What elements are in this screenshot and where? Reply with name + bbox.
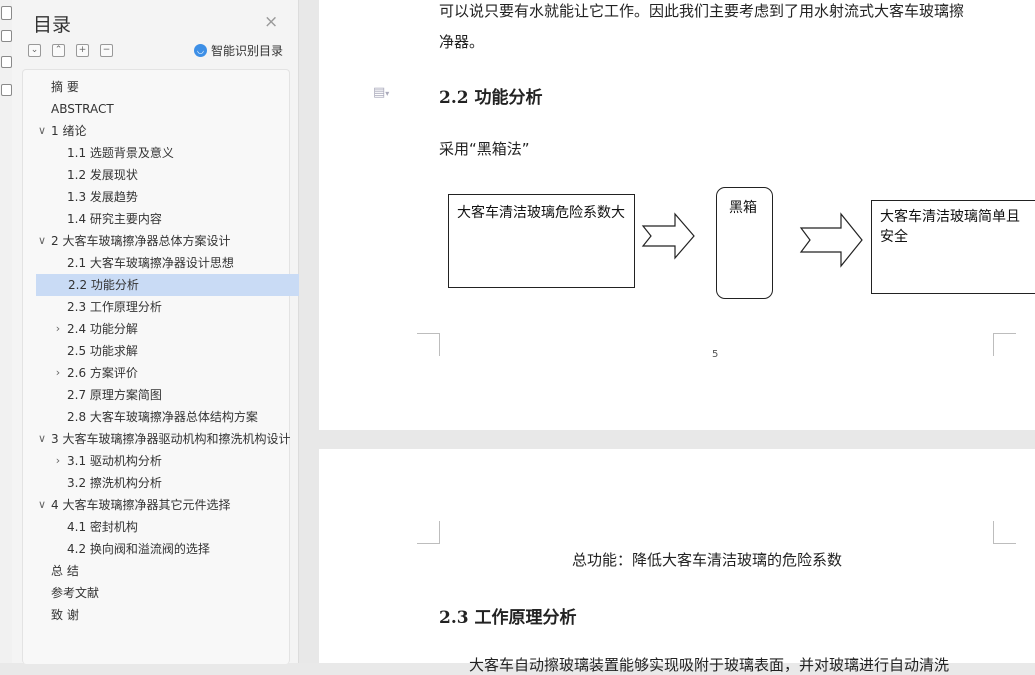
toc-list: 摘 要 ABSTRACT 1 绪论 ∨ 1.1 选题背景及意义 1.2 发展现状 1.3 发… <box>22 69 302 664</box>
toc-item[interactable]: 1.2 发展现状 <box>35 164 312 186</box>
toc-item[interactable]: 1.4 研究主要内容 <box>35 208 312 230</box>
toc-item[interactable]: 2.8 大客车玻璃擦净器总体结构方案 <box>35 406 312 428</box>
body-text-line: 净器。 <box>439 33 485 51</box>
comment-icon[interactable] <box>1 84 12 96</box>
toc-item[interactable]: 参考文献 <box>35 582 296 604</box>
toc-item[interactable]: 4.2 换向阀和溢流阀的选择 <box>35 538 312 560</box>
toc-item[interactable]: 2.3 工作原理分析 <box>35 296 312 318</box>
crop-mark <box>993 333 1016 356</box>
expand-all-icon[interactable]: ⌄ <box>28 44 41 57</box>
toc-item[interactable]: 2.2 功能分析 <box>36 274 302 296</box>
body-text-line: 大客车自动擦玻璃装置能够实现吸附于玻璃表面，并对玻璃进行自动清洗 <box>469 656 950 674</box>
toc-item[interactable]: 3.2 擦洗机构分析 <box>35 472 312 494</box>
thumbnail-icon[interactable] <box>1 56 12 68</box>
chevron-down-icon[interactable]: ∨ <box>37 230 47 252</box>
toc-item[interactable]: 2.7 原理方案简图 <box>35 384 312 406</box>
crop-mark <box>417 333 440 356</box>
document-page: 总功能：降低大客车清洁玻璃的危险系数 2.3 工作原理分析 大客车自动擦玻璃装置… <box>319 449 1035 674</box>
remove-heading-icon[interactable]: − <box>100 44 113 57</box>
input-state-box: 大客车清洁玻璃危险系数大 <box>448 194 635 288</box>
toc-item[interactable]: 1.1 选题背景及意义 <box>35 142 312 164</box>
document-page: 可以说只要有水就能让它工作。因此我们主要考虑到了用水射流式大客车玻璃擦 净器。 … <box>319 0 1035 430</box>
nav-title: 目录 <box>33 14 72 36</box>
bookmark-icon[interactable] <box>1 30 12 42</box>
toc-item[interactable]: 4.1 密封机构 <box>35 516 312 538</box>
chevron-right-icon[interactable]: › <box>53 450 63 472</box>
outline-toggle-icon[interactable] <box>1 6 12 20</box>
chevron-down-icon[interactable]: ∨ <box>37 428 47 450</box>
smart-toc-button[interactable]: ◡ 智能识别目录 <box>194 42 283 59</box>
method-text: 采用“黑箱法” <box>439 140 530 158</box>
smart-recognize-icon: ◡ <box>194 44 207 57</box>
toc-item[interactable]: 摘 要 <box>35 76 296 98</box>
arrow-right-icon <box>799 212 863 268</box>
toc-item[interactable]: 2.1 大客车玻璃擦净器设计思想 <box>35 252 312 274</box>
smart-toc-label: 智能识别目录 <box>211 44 284 58</box>
toc-item[interactable]: 3.1 驱动机构分析 <box>35 450 312 472</box>
chevron-right-icon[interactable]: › <box>53 362 63 384</box>
section-heading: 2.2 功能分析 <box>439 88 543 108</box>
navigation-pane: 目录 × ⌄ ⌃ + − ◡ 智能识别目录 摘 要 ABSTRACT 1 绪论 ∨ 1.… <box>12 0 302 664</box>
close-icon[interactable]: × <box>264 12 278 32</box>
toc-item[interactable]: 4 大客车玻璃擦净器其它元件选择 <box>35 494 296 516</box>
toc-item[interactable]: 1 绪论 <box>35 120 296 142</box>
add-heading-icon[interactable]: + <box>76 44 89 57</box>
output-state-box: 大客车清洁玻璃简单且安全 <box>871 200 1035 294</box>
toc-item[interactable]: ABSTRACT <box>35 98 296 120</box>
toc-item[interactable]: 总 结 <box>35 560 296 582</box>
chevron-down-icon[interactable]: ∨ <box>37 120 47 142</box>
toc-item[interactable]: 3 大客车玻璃擦净器驱动机构和擦洗机构设计 <box>35 428 296 450</box>
total-function-text: 总功能：降低大客车清洁玻璃的危险系数 <box>572 551 843 569</box>
crop-mark <box>417 521 440 544</box>
toc-item[interactable]: 2.5 功能求解 <box>35 340 312 362</box>
section-heading: 2.3 工作原理分析 <box>439 608 577 628</box>
arrow-right-icon <box>641 212 695 260</box>
toc-item[interactable]: 2 大客车玻璃擦净器总体方案设计 <box>35 230 296 252</box>
toc-item[interactable]: 1.3 发展趋势 <box>35 186 312 208</box>
paragraph-menu-icon[interactable]: ▤▾ <box>373 85 389 100</box>
collapse-all-icon[interactable]: ⌃ <box>52 44 65 57</box>
black-box: 黑箱 <box>716 187 773 299</box>
toc-item[interactable]: 致 谢 <box>35 604 296 626</box>
chevron-right-icon[interactable]: › <box>53 318 63 340</box>
chevron-down-icon[interactable]: ∨ <box>37 494 47 516</box>
toc-item[interactable]: 2.6 方案评价 <box>35 362 312 384</box>
crop-mark <box>993 521 1016 544</box>
document-area: 可以说只要有水就能让它工作。因此我们主要考虑到了用水射流式大客车玻璃擦 净器。 … <box>299 0 1035 674</box>
body-text-line: 可以说只要有水就能让它工作。因此我们主要考虑到了用水射流式大客车玻璃擦 <box>439 2 965 20</box>
toc-item[interactable]: 2.4 功能分解 <box>35 318 312 340</box>
page-number: 5 <box>712 349 719 360</box>
